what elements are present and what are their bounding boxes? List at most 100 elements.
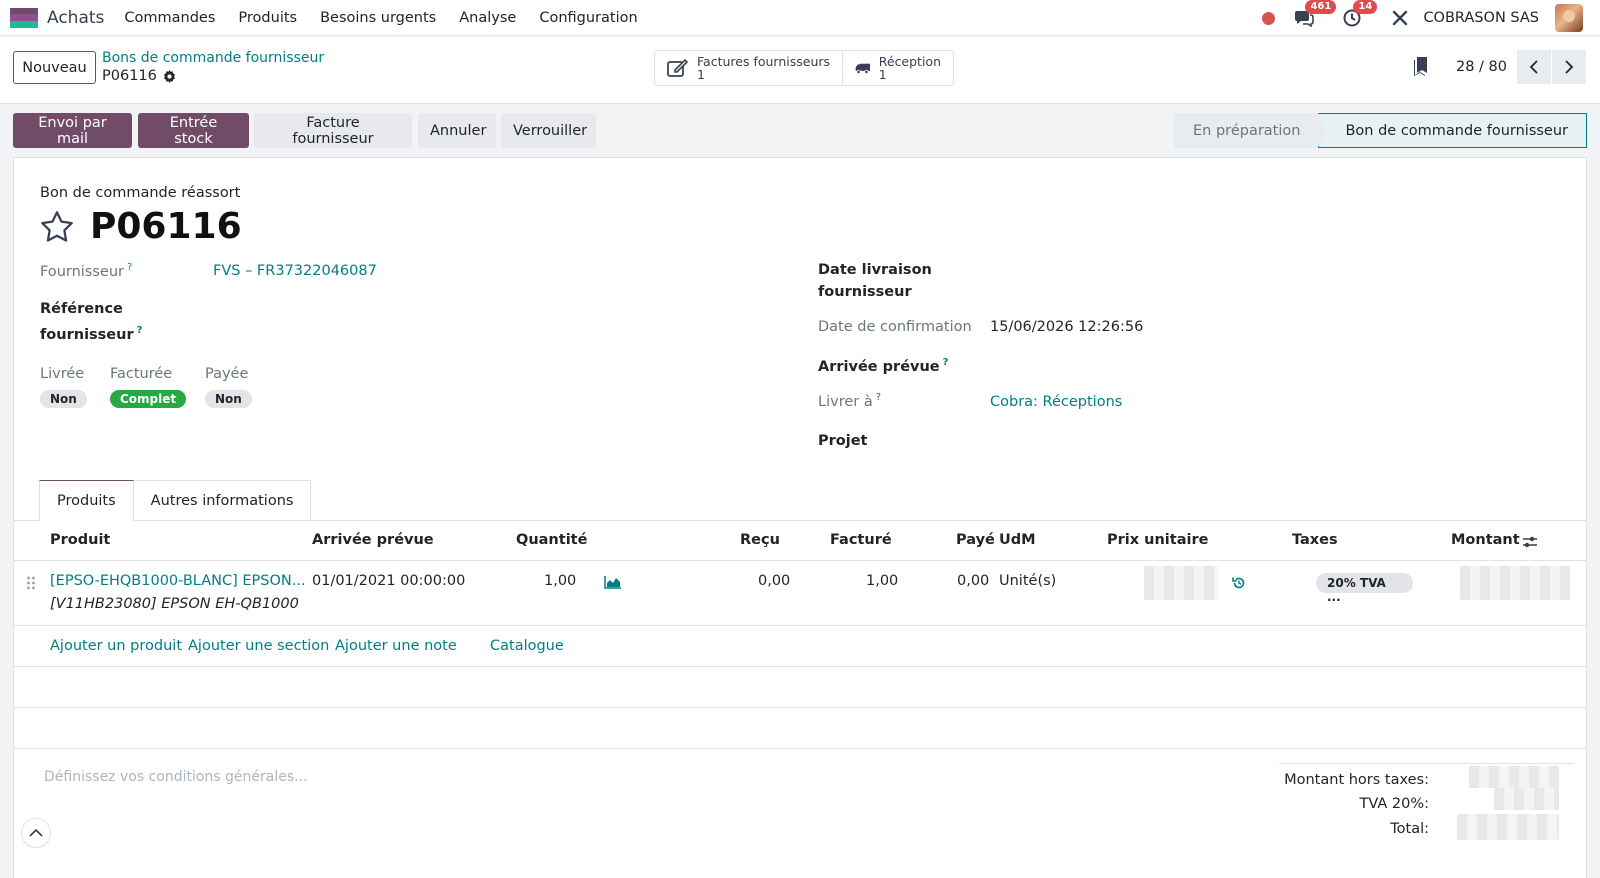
- line-invoiced: 1,00: [866, 573, 899, 589]
- menu-besoins-urgents[interactable]: Besoins urgents: [320, 10, 436, 26]
- line-amount: [1460, 566, 1570, 600]
- form-sheet: Bon de commande réassort P06116 Fourniss…: [13, 157, 1587, 878]
- expected-arrival-input[interactable]: [990, 354, 1370, 378]
- smart-buttons: Factures fournisseurs 1 Réception 1: [654, 50, 955, 86]
- col-paid[interactable]: Payé: [956, 532, 995, 548]
- delivered-label: Livrée: [40, 366, 85, 382]
- invoiced-label: Facturée: [110, 366, 173, 382]
- column-settings-icon[interactable]: [1522, 534, 1538, 550]
- receipt-label: Réception: [878, 54, 942, 69]
- receipt-smart-button[interactable]: Réception 1: [842, 51, 953, 85]
- vat-value: [1494, 788, 1559, 810]
- col-unit-price[interactable]: Prix unitaire: [1107, 532, 1208, 548]
- menu-produits[interactable]: Produits: [238, 10, 297, 26]
- history-icon[interactable]: [1232, 576, 1246, 590]
- table-row[interactable]: [EPSO-EHQB1000-BLANC] EPSON... [V11HB230…: [14, 562, 1586, 626]
- new-button[interactable]: Nouveau: [13, 51, 96, 84]
- vendor-field[interactable]: FVS – FR37322046087: [213, 263, 377, 279]
- bookmark-icon[interactable]: [1412, 57, 1428, 77]
- breadcrumb-parent-link[interactable]: Bons de commande fournisseur: [102, 50, 324, 66]
- menu-analyse[interactable]: Analyse: [459, 10, 516, 26]
- pager-previous-button[interactable]: [1517, 50, 1551, 84]
- col-product[interactable]: Produit: [50, 532, 110, 548]
- app-logo-icon[interactable]: [10, 7, 38, 28]
- send-mail-button[interactable]: Envoi par mail: [13, 113, 132, 148]
- line-tax-badge[interactable]: 20% TVA ...: [1316, 573, 1413, 604]
- activities-button[interactable]: 14: [1341, 0, 1378, 29]
- line-paid: 0,00: [957, 573, 990, 589]
- vendor-bills-count: 1: [697, 67, 705, 82]
- user-avatar[interactable]: [1555, 4, 1583, 32]
- vendor-reference-input[interactable]: [213, 309, 593, 333]
- tab-produits[interactable]: Produits: [39, 480, 134, 522]
- col-quantity[interactable]: Quantité: [516, 532, 587, 548]
- project-label: Projet: [818, 433, 868, 449]
- add-section-link[interactable]: Ajouter une section: [188, 638, 329, 654]
- receipt-count: 1: [878, 67, 887, 82]
- line-uom[interactable]: Unité(s): [999, 573, 1056, 589]
- menu-commandes[interactable]: Commandes: [124, 10, 215, 26]
- pager-value[interactable]: 28 / 80: [1456, 59, 1507, 75]
- paid-badge: Non: [205, 390, 252, 408]
- vendor-bill-button[interactable]: Facture fournisseur: [254, 113, 412, 148]
- line-quantity[interactable]: 1,00: [544, 573, 576, 589]
- forecast-chart-icon[interactable]: [604, 576, 621, 589]
- confirmation-date-label: Date de confirmation: [818, 319, 972, 335]
- chevron-up-icon: [29, 828, 43, 837]
- col-received[interactable]: Reçu: [740, 532, 780, 548]
- line-product[interactable]: [EPSO-EHQB1000-BLANC] EPSON...: [50, 573, 306, 589]
- confirmation-date-field[interactable]: 15/06/2026 12:26:56: [990, 319, 1143, 335]
- col-expected-arrival[interactable]: Arrivée prévue: [312, 532, 434, 548]
- pager-next-button[interactable]: [1552, 50, 1586, 84]
- star-icon[interactable]: [40, 210, 74, 243]
- app-name[interactable]: Achats: [47, 8, 104, 28]
- messages-button[interactable]: 461: [1293, 0, 1337, 29]
- lock-button[interactable]: Verrouiller: [501, 113, 596, 148]
- terms-conditions-input[interactable]: Définissez vos conditions générales...: [44, 769, 308, 785]
- paid-label: Payée: [205, 366, 249, 382]
- add-note-link[interactable]: Ajouter une note: [335, 638, 457, 654]
- debug-tools-button[interactable]: [1389, 7, 1411, 29]
- scroll-to-top-button[interactable]: [21, 818, 51, 848]
- line-unit-price[interactable]: [1144, 566, 1218, 600]
- menu-configuration[interactable]: Configuration: [539, 10, 637, 26]
- col-amount[interactable]: Montant: [1451, 532, 1520, 548]
- order-lines-header: Produit Arrivée prévue Quantité Reçu Fac…: [14, 521, 1586, 561]
- gear-icon[interactable]: [163, 69, 176, 83]
- expected-arrival-label: Arrivée prévue?: [818, 357, 949, 375]
- col-taxes[interactable]: Taxes: [1292, 532, 1338, 548]
- line-received: 0,00: [758, 573, 791, 589]
- vendor-label: Fournisseur?: [40, 262, 133, 280]
- control-panel: Nouveau Bons de commande fournisseur P06…: [0, 37, 1600, 104]
- vendor-delivery-date-label: Date livraison fournisseur: [818, 262, 932, 300]
- line-expected-arrival[interactable]: 01/01/2021 00:00:00: [312, 573, 465, 589]
- drag-handle-icon[interactable]: [26, 576, 36, 590]
- total-label: Total:: [1390, 821, 1429, 837]
- catalog-link[interactable]: Catalogue: [490, 638, 564, 654]
- company-switcher[interactable]: COBRASON SAS: [1423, 10, 1539, 26]
- stage-purchase-order[interactable]: Bon de commande fournisseur: [1318, 113, 1587, 148]
- truck-icon: [855, 63, 871, 74]
- stock-entry-button[interactable]: Entrée stock: [138, 113, 249, 148]
- status-bar: Envoi par mail Entrée stock Facture four…: [0, 105, 1600, 157]
- totals-box: Montant hors taxes: TVA 20%: Total:: [1279, 763, 1574, 840]
- tools-icon: [1393, 10, 1408, 26]
- activities-count-badge: 14: [1353, 0, 1378, 14]
- vendor-delivery-date-input[interactable]: [990, 270, 1370, 294]
- vendor-bills-label: Factures fournisseurs: [697, 54, 831, 69]
- recording-indicator-icon[interactable]: [1262, 11, 1276, 25]
- line-description[interactable]: [V11HB23080] EPSON EH-QB1000: [50, 596, 299, 612]
- vendor-reference-label: Référence fournisseur?: [40, 301, 143, 343]
- deliver-to-field[interactable]: Cobra: Réceptions: [990, 394, 1122, 410]
- total-value: [1457, 814, 1559, 840]
- tab-autres-informations[interactable]: Autres informations: [133, 480, 312, 521]
- page-title: P06116: [90, 206, 242, 247]
- add-lines-row: Ajouter un produit Ajouter une section A…: [14, 627, 1586, 667]
- cancel-button[interactable]: Annuler: [418, 113, 496, 148]
- col-invoiced[interactable]: Facturé: [830, 532, 892, 548]
- stage-draft[interactable]: En préparation: [1174, 113, 1329, 148]
- add-product-link[interactable]: Ajouter un produit: [50, 638, 182, 654]
- project-input[interactable]: [990, 432, 1370, 456]
- vendor-bills-smart-button[interactable]: Factures fournisseurs 1: [655, 51, 842, 85]
- col-uom[interactable]: UdM: [999, 532, 1036, 548]
